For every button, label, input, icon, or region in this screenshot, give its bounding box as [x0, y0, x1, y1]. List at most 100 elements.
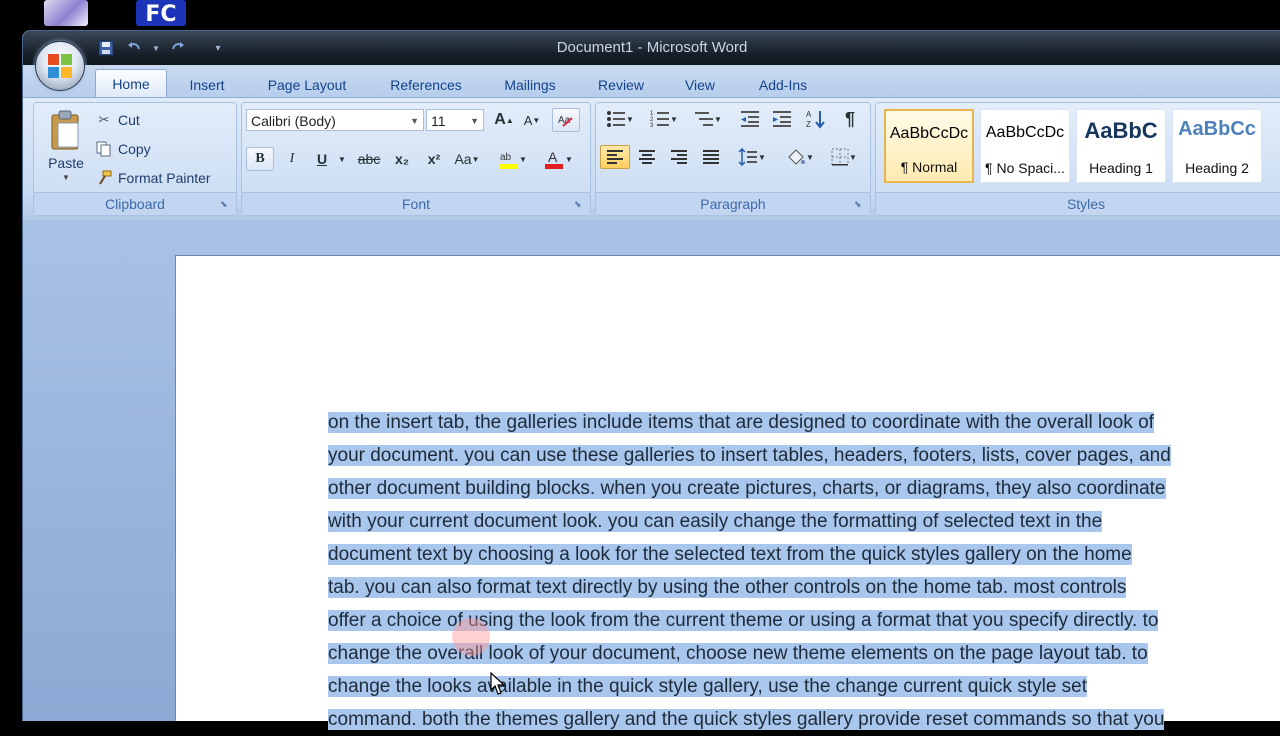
- grow-font-label: A: [494, 111, 506, 128]
- line-spacing-button[interactable]: ▼: [732, 145, 772, 169]
- style-heading-2[interactable]: AaBbCc Heading 2: [1172, 109, 1262, 183]
- multilevel-list-button[interactable]: ▼: [688, 107, 728, 131]
- fc-shortcut-icon[interactable]: FC: [136, 0, 186, 27]
- copy-button[interactable]: Copy: [96, 138, 151, 160]
- increase-indent-button[interactable]: [768, 107, 796, 131]
- styles-group-label: Styles: [876, 192, 1280, 215]
- style-no-spacing[interactable]: AaBbCcDc ¶ No Spaci...: [980, 109, 1070, 183]
- document-line: other document building blocks. when you…: [328, 478, 1166, 499]
- change-case-button[interactable]: Aa ▼: [452, 147, 482, 171]
- tab-page-layout[interactable]: Page Layout: [259, 74, 355, 97]
- styles-group: AaBbCcDc ¶ Normal AaBbCcDc ¶ No Spaci...…: [875, 102, 1280, 216]
- underline-dropdown-icon[interactable]: ▼: [336, 147, 348, 171]
- numbering-button[interactable]: 1 2 3 ▼: [644, 107, 684, 131]
- increase-indent-icon: [773, 111, 791, 127]
- numbering-icon: 123: [650, 111, 670, 128]
- align-left-icon: [607, 150, 623, 164]
- format-painter-button[interactable]: Format Painter: [96, 167, 211, 189]
- paste-dropdown-icon[interactable]: ▼: [42, 173, 90, 182]
- font-name-box[interactable]: Calibri (Body) ▼: [246, 109, 424, 131]
- cut-label: Cut: [118, 112, 140, 128]
- borders-icon: [831, 148, 849, 166]
- document-line: on the insert tab, the galleries include…: [328, 412, 1154, 433]
- font-size-value: 11: [431, 113, 446, 129]
- shading-button[interactable]: ▼: [780, 145, 820, 169]
- undo-dropdown-icon[interactable]: ▼: [151, 37, 161, 59]
- style-heading-2-sample: AaBbCc: [1178, 118, 1256, 140]
- svg-text:A: A: [548, 149, 558, 165]
- paste-button[interactable]: Paste ▼: [42, 107, 90, 187]
- justify-button[interactable]: [696, 145, 726, 169]
- sort-button[interactable]: AZ: [802, 107, 830, 131]
- subscript-button[interactable]: x₂: [388, 147, 416, 171]
- font-name-value: Calibri (Body): [251, 113, 336, 129]
- highlight-button[interactable]: ab ▼: [492, 147, 532, 171]
- align-center-button[interactable]: [632, 145, 662, 169]
- clear-formatting-button[interactable]: Aa: [552, 108, 580, 132]
- office-button[interactable]: [35, 41, 85, 91]
- copy-icon: [96, 141, 112, 157]
- quick-access-toolbar: ▼ ▾: [95, 37, 229, 59]
- grow-font-button[interactable]: A ▲: [492, 108, 516, 132]
- svg-text:3: 3: [650, 123, 654, 128]
- shrink-font-label: A: [523, 112, 533, 128]
- clipboard-group: Paste ▼ ✂ Cut Copy Format Painter Clipbo…: [33, 102, 237, 216]
- borders-button[interactable]: ▼: [824, 145, 864, 169]
- pilcrow-icon: ¶: [844, 108, 855, 129]
- clipboard-dialog-launcher-icon[interactable]: ⬊: [220, 199, 230, 209]
- redo-icon[interactable]: [167, 37, 189, 59]
- align-center-icon: [639, 150, 655, 164]
- document-line: change the looks available in the quick …: [328, 676, 1088, 697]
- font-size-box[interactable]: 11 ▼: [426, 109, 484, 131]
- cursor-highlight: [452, 618, 490, 656]
- style-heading-1[interactable]: AaBbC Heading 1: [1076, 109, 1166, 183]
- tab-insert[interactable]: Insert: [179, 74, 235, 97]
- tab-references[interactable]: References: [381, 74, 471, 97]
- decrease-indent-button[interactable]: [736, 107, 764, 131]
- font-color-button[interactable]: A ▼: [538, 147, 578, 171]
- document-line: tab. you can also format text directly b…: [328, 577, 1127, 598]
- align-right-button[interactable]: [664, 145, 694, 169]
- ribbon-tabs: Home Insert Page Layout References Maili…: [23, 65, 1280, 99]
- document-body[interactable]: on the insert tab, the galleries include…: [328, 406, 1280, 736]
- shrink-font-button[interactable]: A ▼: [520, 108, 544, 132]
- save-icon[interactable]: [95, 37, 117, 59]
- customize-toolbar-icon[interactable]: ▾: [207, 37, 229, 59]
- show-hide-button[interactable]: ¶: [836, 107, 864, 131]
- bold-button[interactable]: B: [246, 147, 274, 171]
- font-dialog-launcher-icon[interactable]: ⬊: [574, 199, 584, 209]
- change-case-label: Aa: [454, 151, 472, 167]
- align-left-button[interactable]: [600, 145, 630, 169]
- tab-view[interactable]: View: [677, 74, 723, 97]
- tab-add-ins[interactable]: Add-Ins: [749, 74, 817, 97]
- font-size-dropdown-icon[interactable]: ▼: [470, 110, 479, 132]
- cut-button[interactable]: ✂ Cut: [96, 109, 140, 131]
- style-no-spacing-sample: AaBbCcDc: [985, 124, 1065, 141]
- document-line: with your current document look. you can…: [328, 511, 1103, 532]
- font-group: Calibri (Body) ▼ 11 ▼ A ▲ A ▼ Aa B I U ▼ a…: [241, 102, 591, 216]
- paragraph-dialog-launcher-icon[interactable]: ⬊: [854, 199, 864, 209]
- tab-home[interactable]: Home: [95, 69, 167, 99]
- mouse-pointer-icon: [490, 672, 506, 695]
- underline-button[interactable]: U: [308, 147, 336, 171]
- clipboard-group-label: Clipboard: [34, 192, 236, 215]
- bullets-button[interactable]: ▼: [600, 107, 640, 131]
- decrease-indent-icon: [741, 111, 759, 127]
- copy-label: Copy: [118, 141, 151, 157]
- font-color-icon: A: [545, 149, 564, 169]
- paragraph-group: ▼ 1 2 3 ▼ ▼ AZ ¶ ▼ ▼ ▼ Paragraph ⬊: [595, 102, 871, 216]
- tab-review[interactable]: Review: [591, 74, 651, 97]
- document-line: your document. you can use these galleri…: [328, 445, 1171, 466]
- app-shortcut-icon[interactable]: [44, 0, 88, 26]
- superscript-button[interactable]: x²: [420, 147, 448, 171]
- style-normal[interactable]: AaBbCcDc ¶ Normal: [884, 109, 974, 183]
- office-logo-icon: [48, 54, 72, 78]
- undo-icon[interactable]: [123, 37, 145, 59]
- font-group-label: Font: [242, 192, 590, 215]
- paintbrush-icon: [96, 170, 112, 186]
- italic-button[interactable]: I: [278, 147, 306, 171]
- strikethrough-button[interactable]: abc: [354, 147, 384, 171]
- tab-mailings[interactable]: Mailings: [493, 74, 567, 97]
- font-name-dropdown-icon[interactable]: ▼: [410, 110, 419, 132]
- svg-text:Z: Z: [806, 120, 811, 129]
